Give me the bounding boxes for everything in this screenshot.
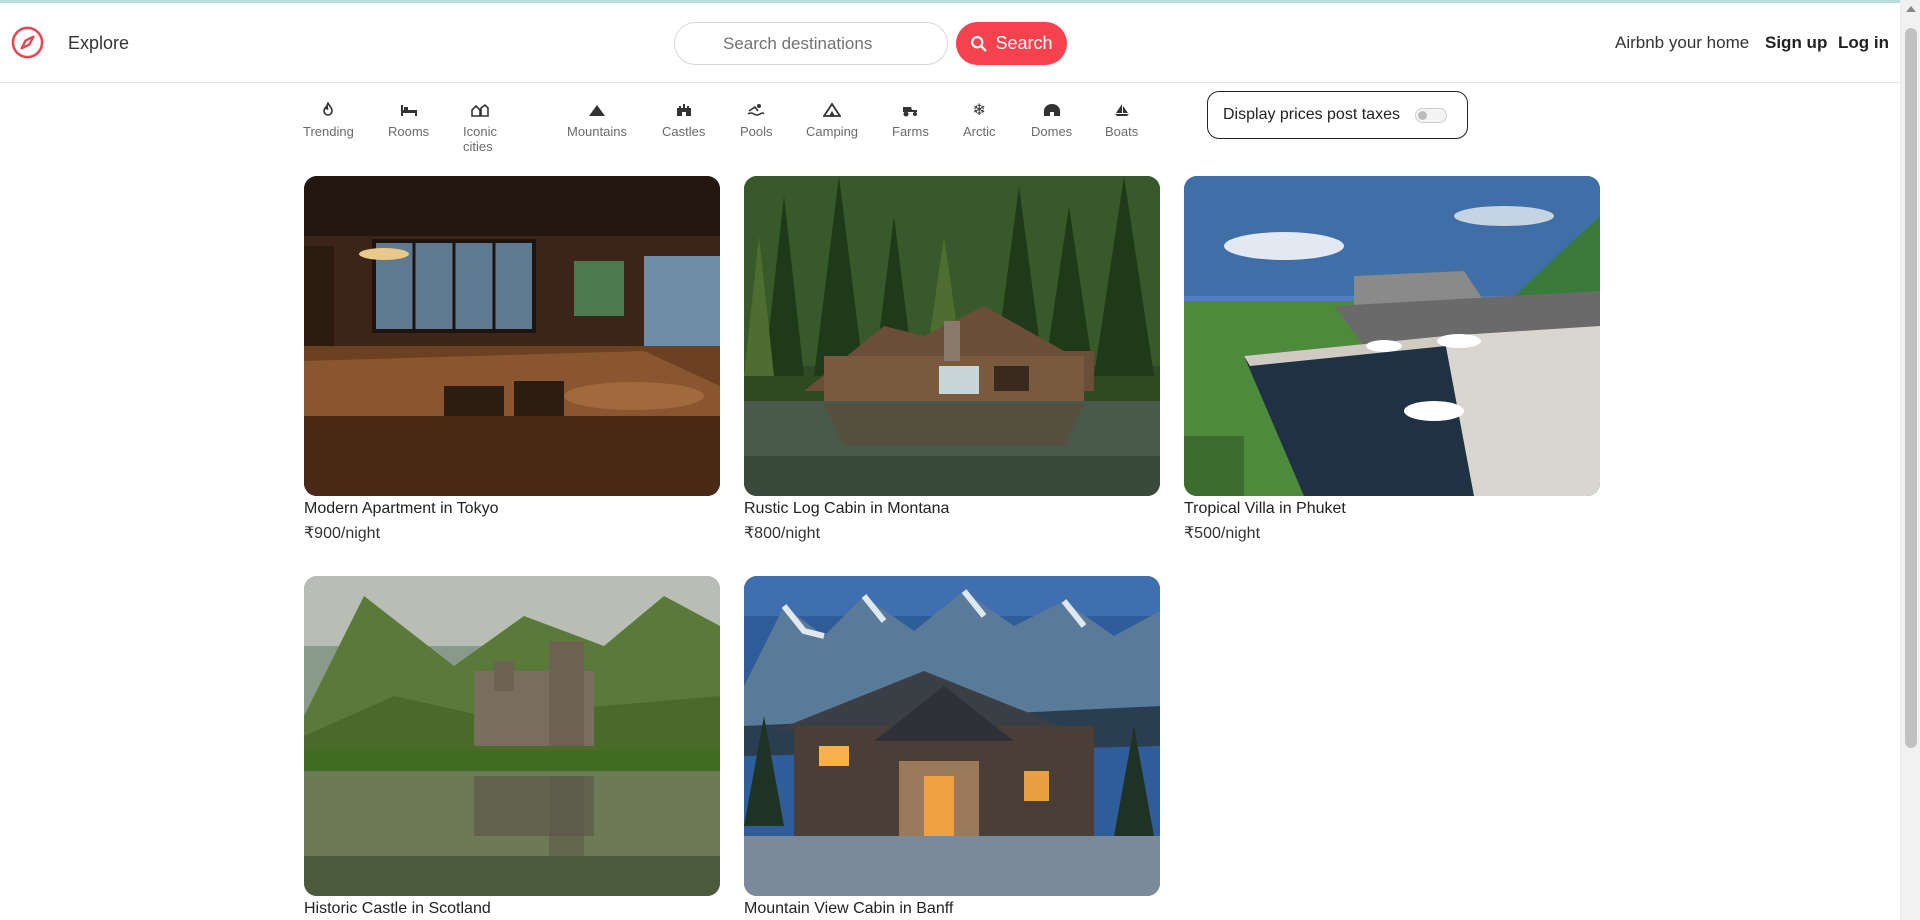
category-boats[interactable]: Boats [1105,100,1138,139]
search-button-label: Search [995,33,1053,53]
listing-card[interactable]: Modern Apartment in Tokyo ₹900/night [304,176,720,543]
flame-icon [317,100,339,120]
category-label: Mountains [567,124,627,139]
explore-link[interactable]: Explore [68,33,129,54]
scroll-thumb[interactable] [1905,28,1917,748]
page-scrollbar[interactable] [1900,0,1920,920]
scroll-up-arrow-icon[interactable] [1906,6,1916,12]
mountain-icon [586,100,608,120]
category-label: Camping [806,124,859,139]
category-label: Rooms [388,124,430,139]
category-label: Trending [303,124,354,139]
listing-title[interactable]: Historic Castle in Scotland [304,900,720,918]
signup-link[interactable]: Sign up [1765,33,1827,53]
category-label: Boats [1105,124,1139,139]
listing-price: ₹800/night [744,525,821,542]
listing-photo-montana-cabin[interactable] [744,176,1160,496]
login-link[interactable]: Log in [1838,33,1889,53]
listing-card[interactable]: Mountain View Cabin in Banff [744,576,1160,918]
tractor-icon [899,100,921,120]
listing-price: ₹900/night [304,525,381,542]
listing-title[interactable]: Tropical Villa in Phuket [1184,500,1600,518]
category-mountains[interactable]: Mountains [567,100,627,139]
tax-toggle[interactable]: Display prices post taxes [1207,91,1468,139]
city-icon [469,100,491,120]
category-label: Domes [1031,124,1073,139]
tax-toggle-label: Display prices post taxes [1223,106,1400,123]
listing-photo-scotland-castle[interactable] [304,576,720,896]
listing-photo-tokyo-apartment[interactable] [304,176,720,496]
compass-logo-icon[interactable] [10,25,45,60]
category-label: Castles [662,124,706,139]
listing-card[interactable]: Historic Castle in Scotland [304,576,720,918]
pool-icon [745,100,767,120]
category-arctic[interactable]: ❄ Arctic [963,100,996,139]
category-label: Arctic [963,124,996,139]
sailboat-icon [1111,100,1133,120]
category-pools[interactable]: Pools [740,100,773,139]
toggle-knob [1418,111,1427,120]
category-domes[interactable]: Domes [1031,100,1072,139]
castle-icon [673,100,695,120]
header: Explore Search Airbnb your home Sign up … [0,3,1900,83]
category-farms[interactable]: Farms [892,100,929,139]
category-trending[interactable]: Trending [303,100,354,139]
listing-title[interactable]: Rustic Log Cabin in Montana [744,500,1160,518]
listing-card[interactable]: Tropical Villa in Phuket ₹500/night [1184,176,1600,543]
listing-title[interactable]: Mountain View Cabin in Banff [744,900,1160,918]
listing-price: ₹500/night [1184,525,1261,542]
listing-photo-phuket-villa[interactable] [1184,176,1600,496]
category-label: Farms [892,124,929,139]
listing-title[interactable]: Modern Apartment in Tokyo [304,500,720,518]
listing-card[interactable]: Rustic Log Cabin in Montana ₹800/night [744,176,1160,543]
search-button[interactable]: Search [956,22,1067,65]
snowflake-icon: ❄ [972,102,986,119]
tent-icon [821,100,843,120]
tax-toggle-switch[interactable] [1415,108,1447,123]
category-castles[interactable]: Castles [662,100,705,139]
dome-icon [1041,100,1063,120]
category-label: Pools [740,124,773,139]
category-rooms[interactable]: Rooms [388,100,429,139]
search-input[interactable] [674,22,948,65]
category-label: Iconic cities [463,124,497,154]
category-iconic-cities[interactable]: Iconic cities [463,100,497,154]
listing-photo-banff-cabin[interactable] [744,576,1160,896]
category-camping[interactable]: Camping [806,100,858,139]
search-icon [971,36,987,52]
host-link[interactable]: Airbnb your home [1615,33,1749,53]
bed-icon [398,100,420,120]
